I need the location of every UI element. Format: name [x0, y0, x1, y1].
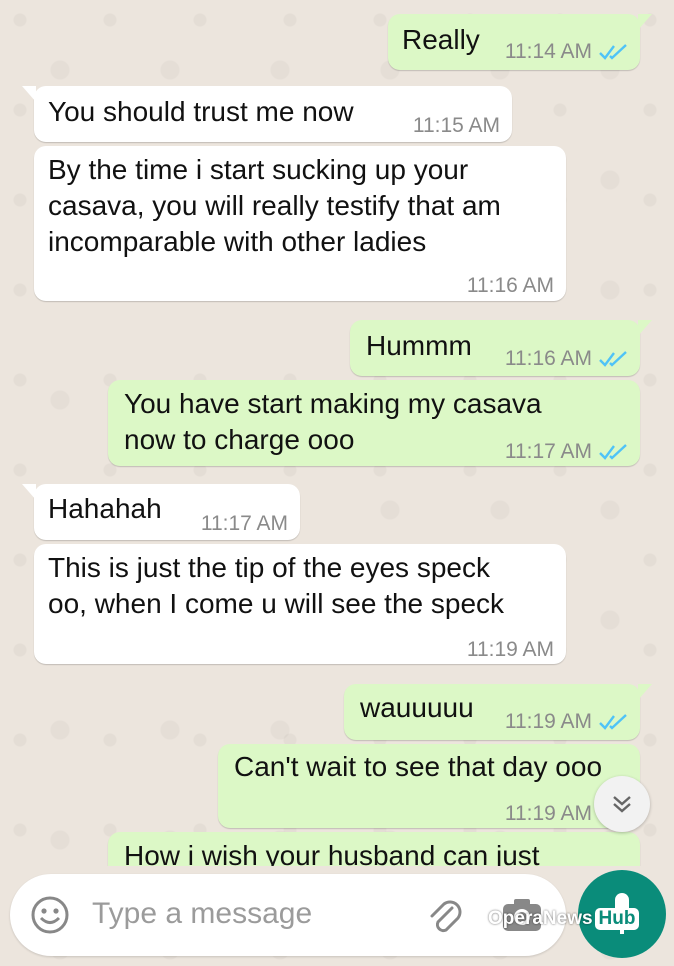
message-text: Really — [402, 24, 480, 55]
message-text: Can't wait to see that day ooo — [234, 751, 603, 782]
message-time: 11:15 AM — [412, 114, 500, 137]
message-text: How i wish your husband can just — [124, 840, 540, 866]
message-text: Hummm — [366, 330, 472, 361]
message-time: 11:16 AM — [504, 347, 592, 370]
read-ticks-icon — [599, 44, 627, 60]
watermark-badge: Hub — [594, 908, 640, 930]
outgoing-message[interactable]: How i wish your husband can just — [108, 832, 640, 866]
message-time: 11:19 AM — [504, 710, 592, 733]
message-meta: 11:19 AM — [505, 796, 592, 832]
message-text: You should trust me now — [48, 96, 354, 127]
message-meta: 11:16 AM — [505, 341, 628, 377]
composer-bar: Type a message OperaNews Hub — [0, 866, 674, 966]
read-ticks-icon — [599, 444, 627, 460]
read-ticks-icon — [599, 351, 627, 367]
message-text: wauuuuu — [360, 692, 474, 723]
read-ticks-icon — [599, 714, 627, 730]
message-text: This is just the tip of the eyes speck o… — [48, 552, 505, 619]
message-meta: 11:15 AM — [413, 108, 500, 144]
chevron-double-down-icon — [613, 796, 631, 813]
message-time: 11:17 AM — [504, 440, 592, 463]
message-meta: 11:19 AM — [467, 632, 554, 668]
watermark: OperaNews Hub — [488, 908, 640, 930]
outgoing-message[interactable]: Hummm 11:16 AM — [350, 320, 652, 377]
emoji-icon[interactable] — [30, 895, 70, 935]
watermark-text: OperaNews — [488, 908, 593, 929]
message-text: You have start making my casava now to c… — [124, 388, 542, 455]
message-meta: 11:17 AM — [201, 506, 288, 542]
message-list[interactable]: Really 11:14 AM You should trust me now … — [0, 0, 674, 866]
outgoing-message[interactable]: Can't wait to see that day ooo 11:19 AM — [218, 744, 640, 828]
message-time: 11:17 AM — [200, 512, 288, 535]
outgoing-message[interactable]: You have start making my casava now to c… — [108, 380, 640, 466]
message-time: 11:14 AM — [504, 40, 592, 63]
scroll-to-bottom-button[interactable] — [594, 776, 650, 832]
message-meta: 11:19 AM — [505, 704, 628, 740]
message-input[interactable]: Type a message — [10, 874, 566, 956]
message-time: 11:16 AM — [466, 274, 554, 297]
message-text: By the time i start sucking up your casa… — [48, 154, 501, 257]
message-placeholder: Type a message — [92, 897, 313, 930]
outgoing-message[interactable]: wauuuuu 11:19 AM — [344, 684, 652, 740]
incoming-message[interactable]: You should trust me now 11:15 AM — [22, 86, 512, 144]
message-meta: 11:17 AM — [505, 434, 628, 470]
incoming-message[interactable]: By the time i start sucking up your casa… — [34, 146, 566, 301]
incoming-message[interactable]: This is just the tip of the eyes speck o… — [34, 544, 566, 664]
attach-icon[interactable] — [424, 894, 464, 938]
message-meta: 11:14 AM — [505, 34, 628, 70]
incoming-message[interactable]: Hahahah 11:17 AM — [22, 484, 300, 542]
message-text: Hahahah — [48, 493, 162, 524]
message-time: 11:19 AM — [504, 802, 592, 825]
message-time: 11:19 AM — [466, 638, 554, 661]
outgoing-message[interactable]: Really 11:14 AM — [388, 14, 652, 70]
message-meta: 11:16 AM — [467, 268, 554, 304]
